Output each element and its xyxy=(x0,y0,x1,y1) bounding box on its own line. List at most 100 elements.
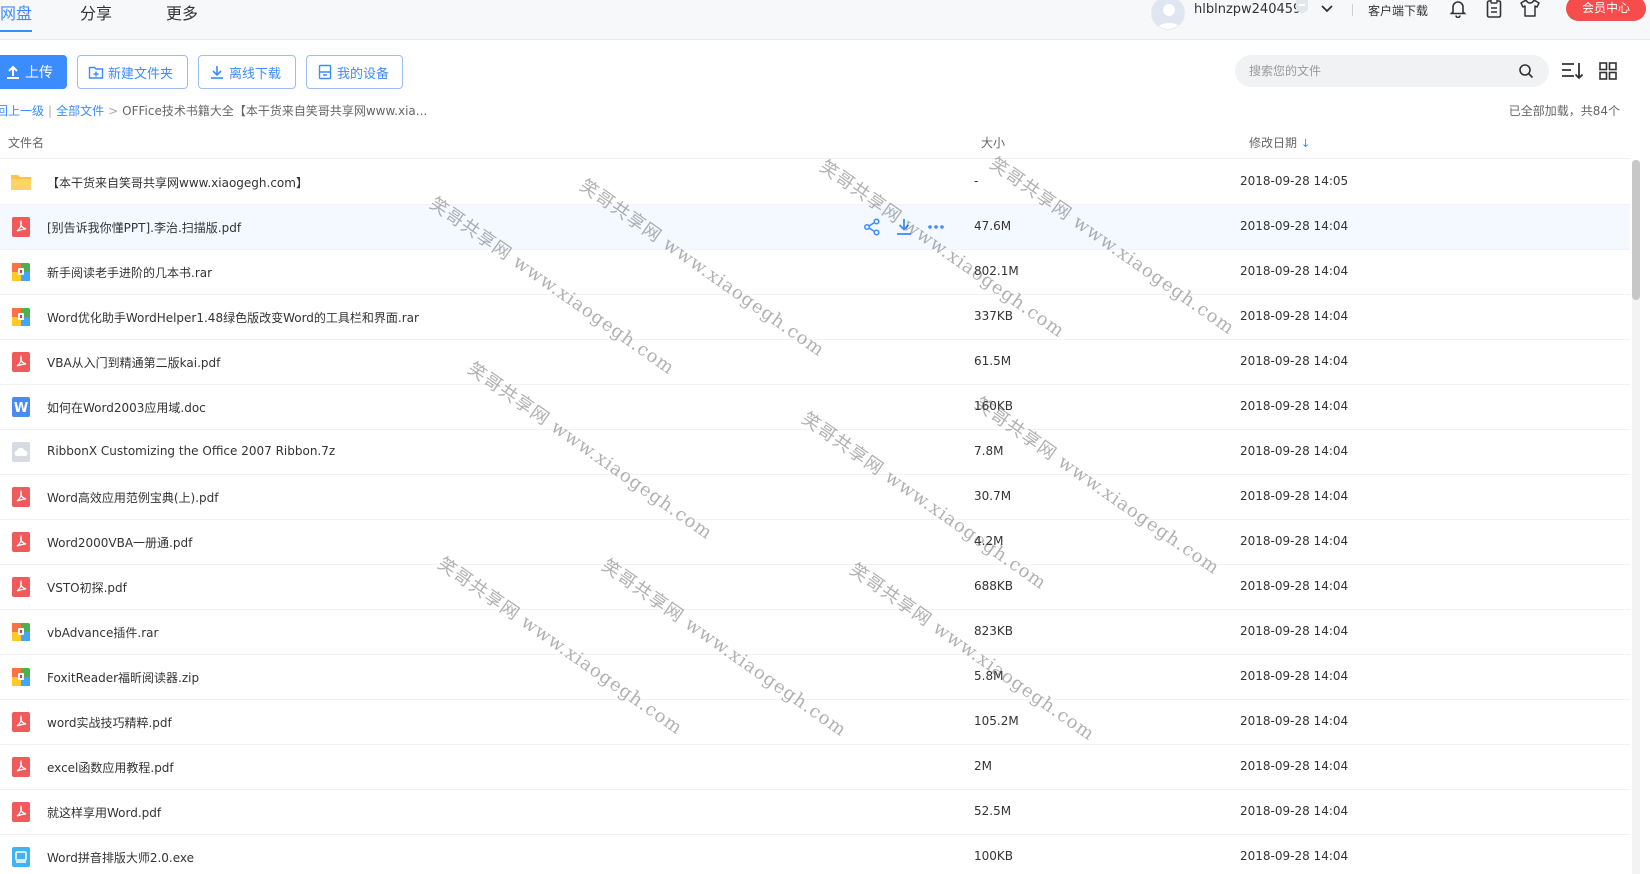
pdf-icon xyxy=(10,756,32,778)
grid-view-icon[interactable] xyxy=(1598,61,1618,81)
table-row[interactable]: W 如何在Word2003应用域.doc 160KB 2018-09-28 14:04 xyxy=(0,385,1630,430)
table-row[interactable]: Word高效应用范例宝典(上).pdf 30.7M 2018-09-28 14:04 xyxy=(0,475,1630,520)
clipboard-icon[interactable] xyxy=(1484,0,1504,18)
top-nav-bar: 网盘 分享 更多 hlblnzpw240459 客户端下载 会员中心 xyxy=(0,0,1650,40)
file-size: 4.2M xyxy=(974,534,1004,548)
file-size: 52.5M xyxy=(974,804,1012,818)
file-name[interactable]: 新手阅读老手进阶的几本书.rar xyxy=(47,264,212,281)
table-row[interactable]: VBA从入门到精通第二版kai.pdf 61.5M 2018-09-28 14:04 xyxy=(0,340,1630,385)
file-name[interactable]: 就这样享用Word.pdf xyxy=(47,804,161,821)
tab-more[interactable]: 更多 xyxy=(166,0,198,24)
new-folder-button[interactable]: 新建文件夹 xyxy=(77,55,188,89)
scrollbar-thumb[interactable] xyxy=(1632,160,1640,300)
unknown-file-icon xyxy=(10,441,32,463)
file-name[interactable]: [别告诉我你懂PPT].李治.扫描版.pdf xyxy=(47,219,241,236)
file-list: 【本干货来自笑哥共享网www.xiaogegh.com】 - 2018-09-28 … xyxy=(0,160,1630,874)
file-date: 2018-09-28 14:04 xyxy=(1240,309,1349,323)
username[interactable]: hlblnzpw240459 xyxy=(1194,2,1301,17)
archive-icon xyxy=(10,666,32,688)
column-header-name[interactable]: 文件名 xyxy=(8,134,44,151)
pdf-icon xyxy=(10,531,32,553)
bell-icon[interactable] xyxy=(1448,0,1468,18)
vip-center-button[interactable]: 会员中心 xyxy=(1566,0,1646,21)
file-name[interactable]: 如何在Word2003应用域.doc xyxy=(47,399,206,416)
file-name[interactable]: word实战技巧精粹.pdf xyxy=(47,714,172,731)
new-folder-label: 新建文件夹 xyxy=(108,66,174,82)
upload-button[interactable]: 上传 xyxy=(0,55,67,89)
device-icon xyxy=(318,64,332,80)
table-row[interactable]: VSTO初探.pdf 688KB 2018-09-28 14:04 xyxy=(0,565,1630,610)
member-badge-icon xyxy=(1296,0,1308,14)
file-name[interactable]: VSTO初探.pdf xyxy=(47,579,127,596)
all-files-link[interactable]: 全部文件 xyxy=(56,104,104,118)
file-name[interactable]: FoxitReader福昕阅读器.zip xyxy=(47,669,199,686)
file-name[interactable]: RibbonX Customizing the Office 2007 Ribb… xyxy=(47,444,335,458)
file-name[interactable]: Word高效应用范例宝典(上).pdf xyxy=(47,489,218,506)
table-row[interactable]: 【本干货来自笑哥共享网www.xiaogegh.com】 - 2018-09-28 … xyxy=(0,160,1630,205)
search-icon[interactable] xyxy=(1518,63,1534,79)
my-devices-button[interactable]: 我的设备 xyxy=(306,55,403,89)
column-header-date[interactable]: 修改日期 ↓ xyxy=(1249,134,1310,151)
pdf-icon xyxy=(10,216,32,238)
pdf-icon xyxy=(10,801,32,823)
skin-icon[interactable] xyxy=(1520,0,1540,18)
search-box xyxy=(1235,55,1549,87)
file-size: 2M xyxy=(974,759,992,773)
table-row[interactable]: 新手阅读老手进阶的几本书.rar 802.1M 2018-09-28 14:04 xyxy=(0,250,1630,295)
file-name[interactable]: 【本干货来自笑哥共享网www.xiaogegh.com】 xyxy=(47,174,308,191)
file-size: 337KB xyxy=(974,309,1014,323)
offline-download-label: 离线下载 xyxy=(229,66,282,82)
more-icon[interactable] xyxy=(926,217,946,237)
pdf-icon xyxy=(10,351,32,373)
file-size: 7.8M xyxy=(974,444,1004,458)
table-row[interactable]: FoxitReader福昕阅读器.zip 5.8M 2018-09-28 14:04 xyxy=(0,655,1630,700)
column-header-size[interactable]: 大小 xyxy=(981,134,1005,151)
pdf-icon xyxy=(10,486,32,508)
tab-netdisk[interactable]: 网盘 xyxy=(0,0,33,32)
file-size: 30.7M xyxy=(974,489,1012,503)
file-date: 2018-09-28 14:04 xyxy=(1240,264,1349,278)
file-date: 2018-09-28 14:04 xyxy=(1240,849,1349,863)
client-download-link[interactable]: 客户端下载 xyxy=(1368,2,1428,19)
file-size: 61.5M xyxy=(974,354,1012,368)
file-name[interactable]: VBA从入门到精通第二版kai.pdf xyxy=(47,354,220,371)
file-size: 802.1M xyxy=(974,264,1019,278)
archive-icon xyxy=(10,306,32,328)
avatar[interactable] xyxy=(1151,0,1185,30)
row-actions xyxy=(862,217,946,237)
table-row[interactable]: Word拼音排版大师2.0.exe 100KB 2018-09-28 14:04 xyxy=(0,835,1630,874)
share-icon[interactable] xyxy=(862,217,882,237)
file-name[interactable]: vbAdvance插件.rar xyxy=(47,624,158,641)
chevron-down-icon[interactable] xyxy=(1320,2,1334,16)
file-size: 100KB xyxy=(974,849,1014,863)
download-icon[interactable] xyxy=(894,217,914,237)
file-date: 2018-09-28 14:04 xyxy=(1240,579,1349,593)
table-row[interactable]: [别告诉我你懂PPT].李治.扫描版.pdf 47.6M 2018-09-28 14… xyxy=(0,205,1630,250)
back-link[interactable]: 返回上一级 xyxy=(0,104,44,118)
svg-text:W: W xyxy=(14,401,28,416)
search-input[interactable] xyxy=(1249,55,1509,87)
table-row[interactable]: Word2000VBA一册通.pdf 4.2M 2018-09-28 14:04 xyxy=(0,520,1630,565)
table-header: 文件名 大小 修改日期 ↓ xyxy=(0,126,1630,159)
file-date: 2018-09-28 14:04 xyxy=(1240,489,1349,503)
word-icon: W xyxy=(10,396,32,418)
file-name[interactable]: Word拼音排版大师2.0.exe xyxy=(47,849,194,866)
table-row[interactable]: RibbonX Customizing the Office 2007 Ribb… xyxy=(0,430,1630,475)
table-row[interactable]: vbAdvance插件.rar 823KB 2018-09-28 14:04 xyxy=(0,610,1630,655)
offline-download-button[interactable]: 离线下载 xyxy=(198,55,296,89)
scrollbar[interactable] xyxy=(1632,160,1640,874)
file-name[interactable]: Word优化助手WordHelper1.48绿色版改变Word的工具栏和界面.r… xyxy=(47,309,419,326)
breadcrumb-separator: > xyxy=(108,104,119,118)
table-row[interactable]: 就这样享用Word.pdf 52.5M 2018-09-28 14:04 xyxy=(0,790,1630,835)
table-row[interactable]: word实战技巧精粹.pdf 105.2M 2018-09-28 14:04 xyxy=(0,700,1630,745)
file-date: 2018-09-28 14:04 xyxy=(1240,624,1349,638)
file-date: 2018-09-28 14:04 xyxy=(1240,669,1349,683)
tab-share[interactable]: 分享 xyxy=(80,0,112,24)
upload-label: 上传 xyxy=(25,65,53,81)
sort-icon[interactable] xyxy=(1560,60,1584,82)
file-name[interactable]: Word2000VBA一册通.pdf xyxy=(47,534,192,551)
new-folder-icon xyxy=(88,66,104,79)
table-row[interactable]: Word优化助手WordHelper1.48绿色版改变Word的工具栏和界面.r… xyxy=(0,295,1630,340)
file-name[interactable]: excel函数应用教程.pdf xyxy=(47,759,174,776)
table-row[interactable]: excel函数应用教程.pdf 2M 2018-09-28 14:04 xyxy=(0,745,1630,790)
